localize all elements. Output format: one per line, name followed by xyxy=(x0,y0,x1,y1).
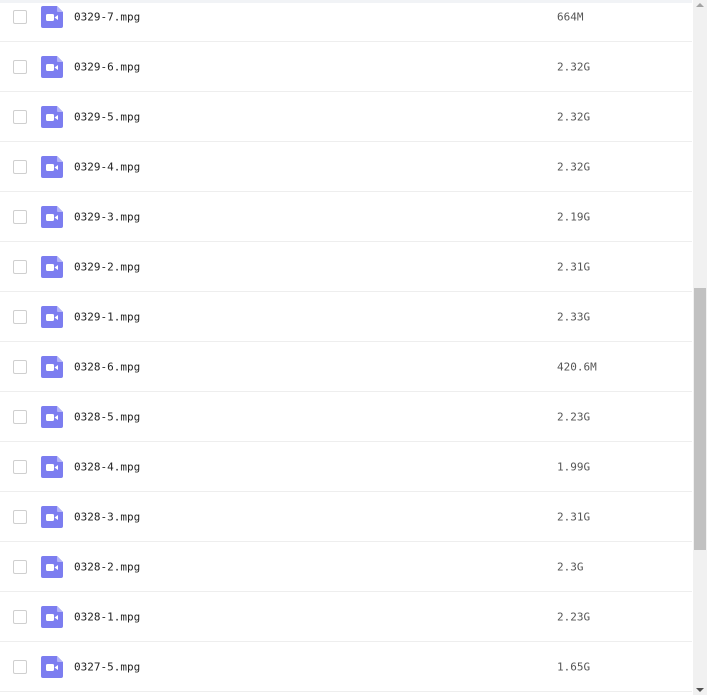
file-row[interactable]: 0328-3.mpg 2.31G xyxy=(0,492,692,542)
file-size: 2.31G xyxy=(557,260,591,273)
file-name[interactable]: 0328-4.mpg xyxy=(74,460,140,473)
file-row[interactable]: 0327-5.mpg 1.65G xyxy=(0,642,692,692)
video-file-icon xyxy=(41,205,63,228)
file-name[interactable]: 0329-6.mpg xyxy=(74,60,140,73)
row-checkbox[interactable] xyxy=(13,259,27,274)
row-checkbox[interactable] xyxy=(13,409,27,424)
file-name[interactable]: 0329-2.mpg xyxy=(74,260,140,273)
row-checkbox[interactable] xyxy=(13,609,27,624)
video-file-icon xyxy=(41,155,63,178)
file-row[interactable]: 0329-4.mpg 2.32G xyxy=(0,142,692,192)
row-checkbox[interactable] xyxy=(13,359,27,374)
file-size: 2.32G xyxy=(557,160,591,173)
file-row[interactable]: 0329-2.mpg 2.31G xyxy=(0,242,692,292)
file-size: 420.6M xyxy=(557,360,597,373)
file-row[interactable]: 0328-5.mpg 2.23G xyxy=(0,392,692,442)
video-file-icon xyxy=(41,255,63,278)
file-size: 2.23G xyxy=(557,610,591,623)
row-checkbox[interactable] xyxy=(13,659,27,674)
scrollbar-thumb[interactable] xyxy=(694,288,706,550)
file-size: 1.99G xyxy=(557,460,591,473)
video-file-icon xyxy=(41,655,63,678)
file-row[interactable]: 0329-5.mpg 2.32G xyxy=(0,92,692,142)
row-checkbox[interactable] xyxy=(13,309,27,324)
file-size: 2.31G xyxy=(557,510,591,523)
file-name[interactable]: 0328-1.mpg xyxy=(74,610,140,623)
file-name[interactable]: 0328-5.mpg xyxy=(74,410,140,423)
video-file-icon xyxy=(41,555,63,578)
video-file-icon xyxy=(41,355,63,378)
row-checkbox[interactable] xyxy=(13,459,27,474)
file-name[interactable]: 0329-4.mpg xyxy=(74,160,140,173)
video-file-icon xyxy=(41,5,63,28)
file-size: 2.32G xyxy=(557,60,591,73)
video-file-icon xyxy=(41,55,63,78)
file-size: 664M xyxy=(557,10,584,23)
file-row[interactable]: 0329-3.mpg 2.19G xyxy=(0,192,692,242)
row-checkbox[interactable] xyxy=(13,109,27,124)
video-file-icon xyxy=(41,605,63,628)
file-name[interactable]: 0328-3.mpg xyxy=(74,510,140,523)
row-checkbox[interactable] xyxy=(13,9,27,24)
video-file-icon xyxy=(41,505,63,528)
file-list: 0329-7.mpg 664M 0329-6.mpg 2.32G 0329-5.mpg 2… xyxy=(0,0,692,695)
file-size: 2.23G xyxy=(557,410,591,423)
row-checkbox[interactable] xyxy=(13,559,27,574)
row-checkbox[interactable] xyxy=(13,59,27,74)
video-file-icon xyxy=(41,105,63,128)
file-name[interactable]: 0328-6.mpg xyxy=(74,360,140,373)
file-size: 2.19G xyxy=(557,210,591,223)
file-name[interactable]: 0329-3.mpg xyxy=(74,210,140,223)
file-row[interactable]: 0329-6.mpg 2.32G xyxy=(0,42,692,92)
file-size: 2.3G xyxy=(557,560,584,573)
file-row[interactable]: 0328-1.mpg 2.23G xyxy=(0,592,692,642)
file-row[interactable]: 0328-2.mpg 2.3G xyxy=(0,542,692,592)
file-row[interactable]: 0328-6.mpg 420.6M xyxy=(0,342,692,392)
row-checkbox[interactable] xyxy=(13,159,27,174)
vertical-scrollbar[interactable] xyxy=(693,0,707,695)
file-name[interactable]: 0329-7.mpg xyxy=(74,10,140,23)
file-size: 2.33G xyxy=(557,310,591,323)
video-file-icon xyxy=(41,305,63,328)
file-row[interactable]: 0329-1.mpg 2.33G xyxy=(0,292,692,342)
file-size: 1.65G xyxy=(557,660,591,673)
scroll-up-arrow-icon[interactable] xyxy=(696,3,704,7)
file-name[interactable]: 0327-5.mpg xyxy=(74,660,140,673)
video-file-icon xyxy=(41,405,63,428)
row-checkbox[interactable] xyxy=(13,509,27,524)
file-name[interactable]: 0328-2.mpg xyxy=(74,560,140,573)
file-name[interactable]: 0329-5.mpg xyxy=(74,110,140,123)
video-file-icon xyxy=(41,455,63,478)
file-row[interactable]: 0329-7.mpg 664M xyxy=(0,0,692,42)
file-size: 2.32G xyxy=(557,110,591,123)
row-checkbox[interactable] xyxy=(13,209,27,224)
file-name[interactable]: 0329-1.mpg xyxy=(74,310,140,323)
file-row[interactable]: 0328-4.mpg 1.99G xyxy=(0,442,692,492)
scroll-down-arrow-icon[interactable] xyxy=(696,688,704,692)
